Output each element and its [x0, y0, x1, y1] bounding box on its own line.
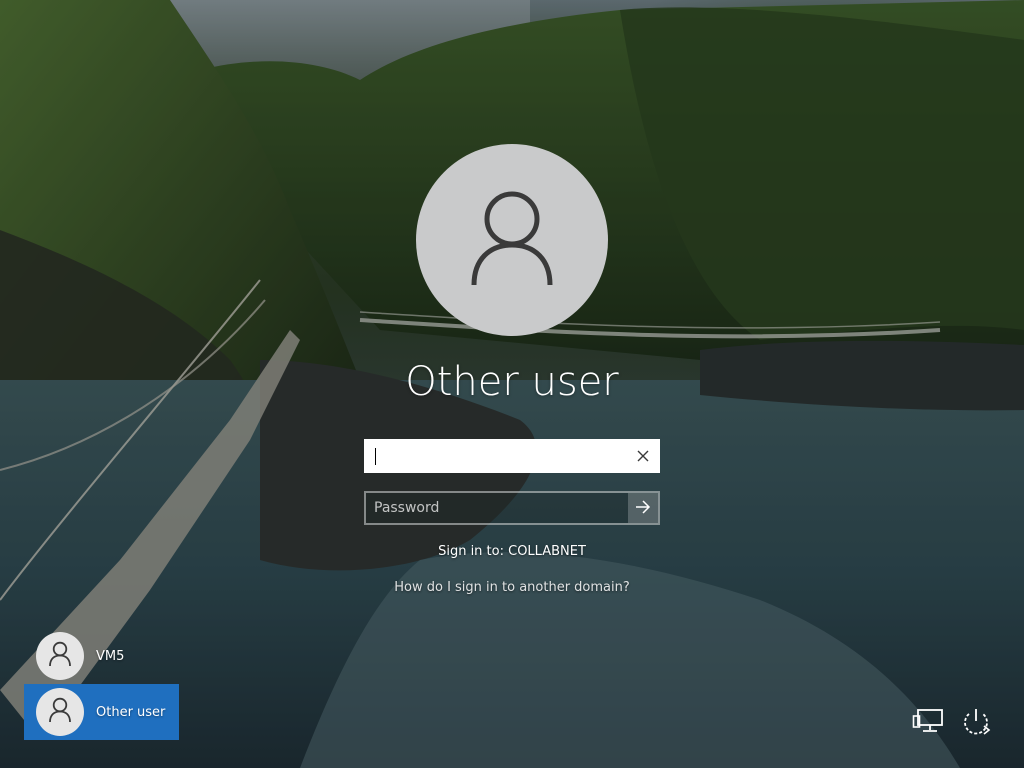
- clear-username-button[interactable]: [628, 441, 658, 471]
- domain-help-link[interactable]: How do I sign in to another domain?: [312, 579, 712, 597]
- user-avatar-small: [36, 688, 84, 736]
- network-icon: [912, 708, 944, 740]
- text-caret: [375, 447, 376, 465]
- user-avatar-small: [36, 632, 84, 680]
- submit-button[interactable]: [628, 493, 658, 523]
- sign-in-domain-text: Sign in to: COLLABNET: [438, 544, 586, 559]
- user-tile-label: Other user: [96, 704, 166, 720]
- user-icon: [49, 641, 71, 671]
- username-input[interactable]: [366, 447, 628, 465]
- selected-user-name: Other user: [405, 359, 619, 405]
- user-tile-vm5[interactable]: VM5: [24, 628, 179, 684]
- password-field[interactable]: Password: [364, 491, 660, 525]
- user-tile-label: VM5: [96, 648, 125, 664]
- network-button[interactable]: [908, 704, 948, 744]
- user-icon: [49, 697, 71, 727]
- password-input[interactable]: Password: [366, 493, 628, 523]
- arrow-right-icon: [635, 499, 651, 518]
- lock-screen: Other user Password Sign in to: COLLABNE…: [0, 0, 1024, 768]
- username-field[interactable]: [364, 439, 660, 473]
- power-icon: [960, 706, 992, 742]
- user-avatar-large: [416, 144, 608, 336]
- user-icon: [470, 189, 554, 291]
- close-icon: [637, 447, 649, 466]
- power-button[interactable]: [956, 704, 996, 744]
- user-tile-other-user[interactable]: Other user: [24, 684, 179, 740]
